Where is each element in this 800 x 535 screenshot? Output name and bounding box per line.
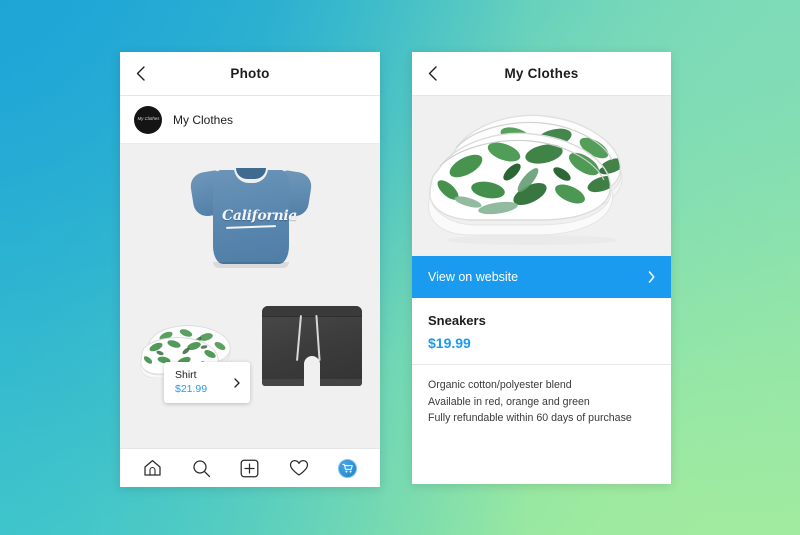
account-row[interactable]: My Clothes My Clothes: [120, 96, 380, 144]
avatar-label: My Clothes: [137, 116, 159, 122]
description-line: Available in red, orange and green: [428, 395, 590, 408]
tab-likes[interactable]: [282, 451, 316, 485]
chevron-left-icon: [428, 66, 437, 81]
cta-label: View on website: [428, 270, 519, 284]
tab-search[interactable]: [184, 451, 218, 485]
cart-glyph-icon: [342, 463, 353, 473]
tag-price: $21.99: [175, 383, 208, 395]
search-icon: [193, 459, 210, 477]
shorts-inseam-notch: [304, 356, 320, 386]
sneakers-leaf-print-image: [412, 96, 671, 256]
product-description: Organic cotton/polyester blend Available…: [412, 365, 671, 427]
account-name: My Clothes: [173, 112, 234, 127]
right-navbar: My Clothes: [412, 52, 671, 96]
left-navbar: Photo: [120, 52, 380, 96]
back-button[interactable]: [120, 52, 160, 96]
bottom-tab-bar: [120, 448, 380, 487]
description-line: Organic cotton/polyester blend: [428, 379, 572, 391]
home-icon: [144, 459, 161, 476]
chevron-left-icon: [136, 66, 145, 81]
phone-screen-photo: Photo My Clothes My Clothes California S…: [120, 52, 380, 487]
shorts-image: [262, 306, 362, 386]
description-line: Fully refundable within 60 days of purch…: [428, 412, 632, 424]
product-tag-shirt[interactable]: Shirt $21.99: [164, 356, 250, 403]
tag-title: Shirt: [175, 369, 197, 381]
shorts-cuff-left: [262, 379, 304, 386]
product-hero-image[interactable]: [412, 96, 671, 256]
tshirt-print-text: California: [222, 206, 297, 230]
profile-avatar-icon: [338, 458, 358, 478]
avatar: My Clothes: [134, 105, 162, 134]
product-price: $19.99: [428, 335, 471, 351]
shorts-cuff-right: [320, 379, 362, 386]
shorts-waistband: [262, 306, 362, 317]
product-title: Sneakers: [428, 313, 486, 328]
tab-profile[interactable]: [331, 451, 365, 485]
tshirt-image: California: [188, 156, 314, 268]
back-button[interactable]: [412, 52, 452, 96]
photo-canvas[interactable]: California Shirt $21.99: [120, 144, 380, 448]
phone-screen-product: My Clothes View on website Sneakers $19.…: [412, 52, 671, 484]
product-detail: Sneakers $19.99: [412, 298, 671, 365]
tab-add[interactable]: [233, 451, 267, 485]
chevron-right-icon: [224, 377, 250, 388]
view-on-website-button[interactable]: View on website: [412, 256, 671, 298]
tag-caret-icon: [190, 356, 202, 362]
add-square-icon: [241, 459, 259, 477]
tab-home[interactable]: [135, 451, 169, 485]
heart-icon: [289, 459, 308, 476]
tshirt-hem: [213, 262, 289, 268]
chevron-right-icon: [648, 271, 655, 283]
